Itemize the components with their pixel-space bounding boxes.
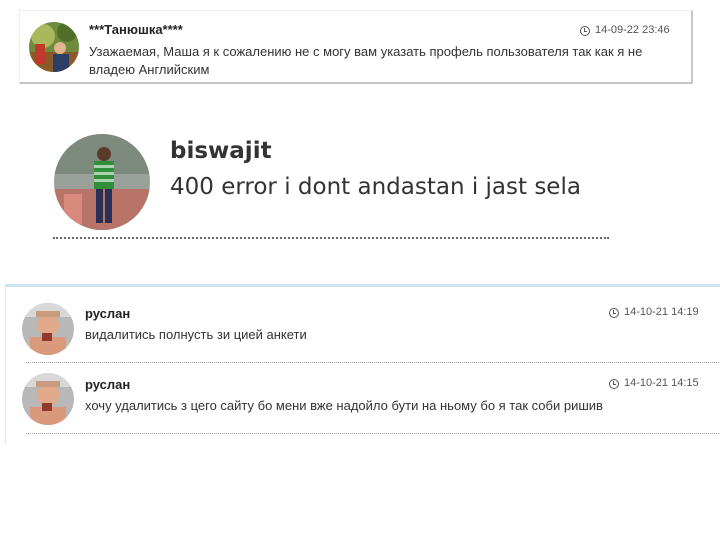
avatar[interactable] [22, 303, 74, 355]
avatar[interactable] [54, 134, 150, 230]
comment-text: Узажаемая, Маша я к сожалению не с могу … [89, 44, 643, 77]
comment-text: 400 error i dont andastan i jast sela [170, 174, 581, 200]
divider [26, 433, 720, 434]
comment-card: ***Танюшка**** 14-09-22 23:46 Узажаемая,… [19, 10, 693, 84]
username[interactable]: руслан [85, 306, 130, 321]
username[interactable]: biswajit [170, 138, 272, 164]
divider [53, 237, 609, 239]
clock-icon [580, 26, 590, 36]
timestamp: 14-10-21 14:15 [624, 377, 699, 389]
timestamp: 14-09-22 23:46 [595, 24, 670, 36]
username[interactable]: руслан [85, 377, 130, 392]
avatar[interactable] [22, 373, 74, 425]
comment-text: видалитись полнусть зи цией анкети [85, 327, 307, 342]
timestamp: 14-10-21 14:19 [624, 306, 699, 318]
comment-text: хочу удалитись з цего сайту бо мени вже … [85, 398, 603, 413]
username[interactable]: ***Танюшка**** [89, 22, 183, 37]
divider [26, 362, 720, 363]
avatar[interactable] [29, 22, 79, 72]
comment-card: biswajit 400 error i dont andastan i jas… [50, 122, 610, 244]
clock-icon [609, 308, 619, 318]
clock-icon [609, 379, 619, 389]
comment-list: руслан 14-10-21 14:19 видалитись полнуст… [5, 284, 720, 444]
